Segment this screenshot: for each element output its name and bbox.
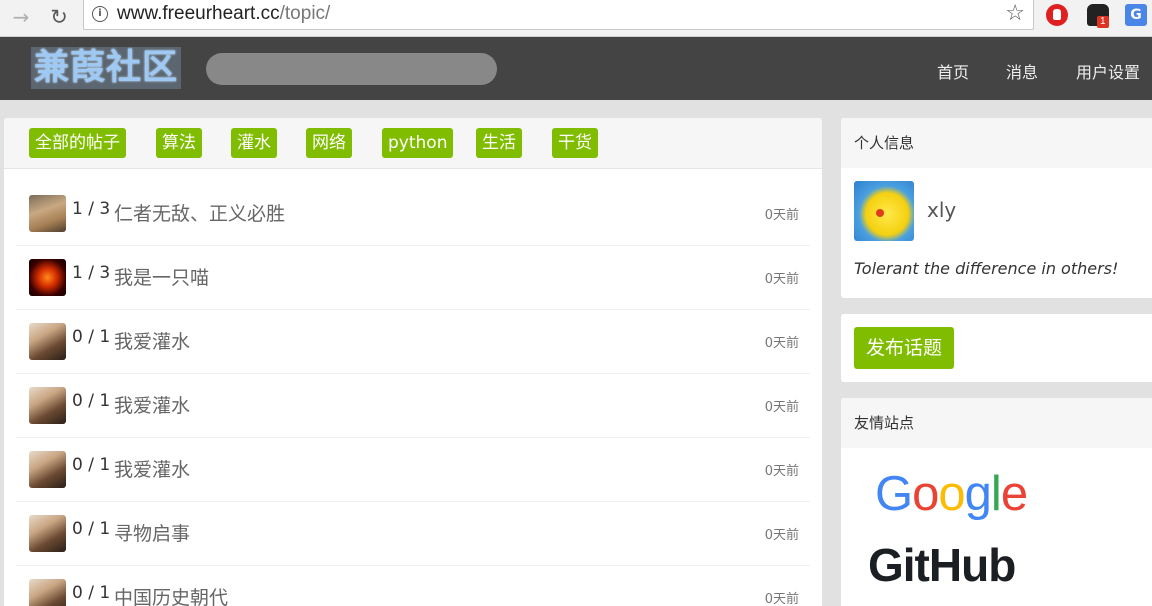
topic-title[interactable]: 我爱灌水 [114,391,190,418]
reply-count: 0 / 1 [72,583,111,603]
nav-settings-link[interactable]: 用户设置 [1076,59,1140,83]
address-bar[interactable]: i www.freeurheart.cc/topic/ ☆ [83,0,1034,30]
reply-count: 0 / 1 [72,455,111,475]
github-logo-link[interactable]: GitHub [868,538,1016,592]
topic-row[interactable]: 0 / 1 我爱灌水 0天前 [16,310,810,374]
tab-network[interactable]: 网络 [306,128,352,158]
friend-links-panel: 友情站点 Google GitHub [841,398,1152,606]
author-avatar[interactable] [29,387,66,424]
author-avatar[interactable] [29,323,66,360]
reply-count: 1 / 3 [72,199,111,219]
reload-icon[interactable]: ↻ [48,6,70,28]
adblock-extension-icon[interactable] [1046,4,1068,26]
topic-time: 0天前 [764,336,799,351]
topic-time: 0天前 [764,400,799,415]
author-avatar[interactable] [29,451,66,488]
profile-panel: 个人信息 xly Tolerant the difference in othe… [841,118,1152,298]
reply-count: 0 / 1 [72,327,111,347]
site-header: 兼葭社区 首页 消息 用户设置 [0,37,1152,100]
reply-count: 0 / 1 [72,391,111,411]
topic-title[interactable]: 寻物启事 [114,519,190,546]
topic-panel: 全部的帖子 算法 灌水 网络 python 生活 干货 1 / 3 仁者无敌、正… [4,118,822,606]
tab-python[interactable]: python [382,128,454,158]
username[interactable]: xly [927,198,956,222]
author-avatar[interactable] [29,259,66,296]
tab-all[interactable]: 全部的帖子 [29,128,126,158]
extension-badge: 1 [1097,16,1109,28]
user-signature: Tolerant the difference in others! [854,259,1119,278]
topic-row[interactable]: 0 / 1 中国历史朝代 0天前 [16,566,810,606]
google-logo-link[interactable]: Google [875,466,1028,522]
new-topic-button[interactable]: 发布话题 [854,327,955,369]
topic-title[interactable]: 我爱灌水 [114,455,190,482]
tab-goods[interactable]: 干货 [552,128,598,158]
bookmark-star-icon[interactable]: ☆ [1005,1,1025,26]
topic-title[interactable]: 中国历史朝代 [114,583,228,606]
reply-count: 1 / 3 [72,263,111,283]
url-path: /topic/ [279,3,331,24]
url-host: www.freeurheart.cc [117,3,280,24]
ghostery-extension-icon[interactable]: 1 [1087,4,1109,28]
topic-row[interactable]: 1 / 3 仁者无敌、正义必胜 0天前 [16,182,810,246]
profile-panel-header: 个人信息 [841,118,1152,168]
topic-row[interactable]: 0 / 1 我爱灌水 0天前 [16,438,810,502]
topic-row[interactable]: 0 / 1 寻物启事 0天前 [16,502,810,566]
info-icon[interactable]: i [92,6,108,22]
topic-time: 0天前 [764,208,799,223]
post-panel: 发布话题 [841,314,1152,382]
topic-row[interactable]: 1 / 3 我是一只喵 0天前 [16,246,810,310]
forward-arrow-icon[interactable]: → [10,6,32,28]
author-avatar[interactable] [29,579,66,606]
author-avatar[interactable] [29,195,66,232]
topic-title[interactable]: 我爱灌水 [114,327,190,354]
site-logo[interactable]: 兼葭社区 [31,47,181,89]
nav-messages-link[interactable]: 消息 [1006,59,1038,83]
topic-time: 0天前 [764,464,799,479]
friend-links-header: 友情站点 [841,398,1152,448]
tab-algorithm[interactable]: 算法 [156,128,202,158]
author-avatar[interactable] [29,515,66,552]
topic-title[interactable]: 仁者无敌、正义必胜 [114,199,285,226]
topic-row[interactable]: 0 / 1 我爱灌水 0天前 [16,374,810,438]
topic-time: 0天前 [764,592,799,606]
reply-count: 0 / 1 [72,519,111,539]
nav-home-link[interactable]: 首页 [937,59,969,83]
tab-water[interactable]: 灌水 [231,128,277,158]
topic-title[interactable]: 我是一只喵 [114,263,209,290]
tab-life[interactable]: 生活 [476,128,522,158]
category-tabs: 全部的帖子 算法 灌水 网络 python 生活 干货 [4,118,822,169]
search-input[interactable] [206,53,497,85]
user-avatar[interactable] [854,181,914,241]
topic-time: 0天前 [764,528,799,543]
topic-time: 0天前 [764,272,799,287]
browser-toolbar: → ↻ i www.freeurheart.cc/topic/ ☆ 1 G [0,0,1152,37]
translate-extension-icon[interactable]: G [1125,4,1147,26]
url-text[interactable]: www.freeurheart.cc/topic/ [117,3,330,25]
